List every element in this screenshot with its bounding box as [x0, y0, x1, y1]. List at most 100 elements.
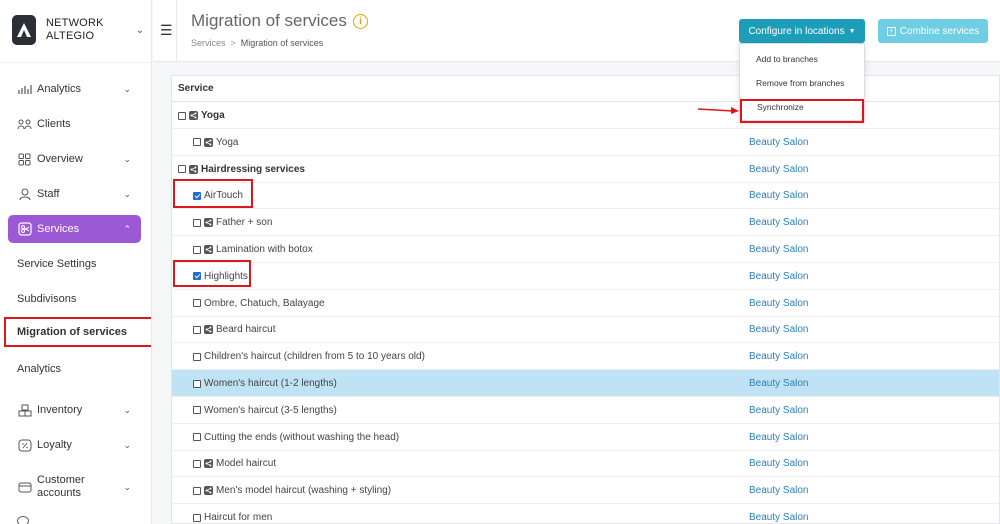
menu-item-remove-from-branches[interactable]: Remove from branches	[756, 78, 844, 88]
configure-in-locations-button[interactable]: Configure in locations ▼	[739, 19, 865, 43]
chevron-up-icon: ⌃	[123, 223, 131, 234]
brand-line-1: NETWORK	[46, 17, 104, 29]
sidebar-item-inventory[interactable]: Inventory ⌄	[8, 396, 141, 424]
row-checkbox[interactable]	[193, 406, 201, 415]
chevron-down-icon: ⌄	[123, 153, 131, 164]
sidebar-item-loyalty[interactable]: Loyalty ⌄	[8, 431, 141, 459]
brand-line-2: ALTEGIO	[46, 30, 95, 42]
row-checkbox[interactable]	[193, 325, 201, 334]
share-icon	[189, 164, 198, 174]
services-table: Service Yoga Yoga Beauty Salon Hairdressing…	[171, 75, 1000, 524]
annotation-box-airtouch	[173, 179, 253, 208]
overview-icon	[17, 152, 32, 167]
table-row[interactable]: Yoga Beauty Salon	[172, 129, 999, 156]
divider	[0, 62, 151, 63]
table-row[interactable]: Highlights Beauty Salon	[172, 263, 999, 290]
sidebar-item-label: Overview	[37, 153, 83, 165]
breadcrumb: Services > Migration of services	[191, 38, 324, 48]
sidebar-item-staff[interactable]: Staff ⌄	[8, 180, 141, 208]
location-link[interactable]: Beauty Salon	[749, 504, 809, 523]
altegio-logo	[12, 15, 36, 45]
annotation-arrow-icon	[697, 107, 739, 114]
sidebar-item-overview[interactable]: Overview ⌄	[8, 145, 141, 173]
table-row[interactable]: Women's haircut (1-2 lengths) Beauty Salo…	[172, 370, 999, 397]
service-name: Women's haircut (1-2 lengths)	[204, 378, 337, 389]
location-link[interactable]: Beauty Salon	[749, 263, 809, 290]
row-checkbox[interactable]	[178, 111, 186, 120]
location-link[interactable]: Beauty Salon	[749, 209, 809, 236]
sidebar-subitem-service-settings[interactable]: Service Settings	[8, 251, 148, 277]
chevron-down-icon: ⌄	[123, 83, 131, 94]
menu-item-add-to-branches[interactable]: Add to branches	[756, 54, 818, 64]
row-checkbox[interactable]	[193, 379, 201, 388]
combine-services-button[interactable]: + Combine services	[878, 19, 988, 43]
location-link[interactable]: Beauty Salon	[749, 129, 809, 156]
sidebar-item-label: Loyalty	[37, 439, 72, 451]
table-row[interactable]: Lamination with botox Beauty Salon	[172, 236, 999, 263]
page-header: ☰ Migration of services i Services > Migra…	[153, 0, 1000, 62]
table-row[interactable]: Ombre, Chatuch, Balayage Beauty Salon	[172, 290, 999, 317]
menu-item-synchronize[interactable]: Synchronize	[740, 99, 864, 123]
sidebar-item-customer-accounts[interactable]: Customer accounts ⌄	[8, 470, 141, 504]
hamburger-menu-icon[interactable]: ☰	[160, 22, 173, 39]
sidebar-item-analytics[interactable]: Analytics ⌄	[8, 75, 141, 103]
table-row[interactable]: AirTouch Beauty Salon	[172, 182, 999, 210]
service-name-cell: Father + son	[193, 209, 272, 236]
row-checkbox[interactable]	[193, 352, 201, 361]
location-link[interactable]: Beauty Salon	[749, 290, 809, 317]
table-row[interactable]: Men's model haircut (washing + styling) B…	[172, 477, 999, 505]
service-name: Yoga	[201, 110, 225, 121]
share-icon	[204, 218, 213, 228]
row-checkbox[interactable]	[193, 218, 201, 227]
row-checkbox[interactable]	[193, 433, 201, 442]
table-row[interactable]: Father + son Beauty Salon	[172, 209, 999, 237]
sidebar-subitem-migration-of-services[interactable]: Migration of services	[4, 317, 151, 347]
table-row[interactable]: Model haircut Beauty Salon	[172, 450, 999, 478]
service-name: Men's model haircut (washing + styling)	[216, 485, 392, 497]
service-name: Ombre, Chatuch, Balayage	[204, 297, 325, 309]
share-icon	[204, 486, 213, 496]
location-link[interactable]: Beauty Salon	[749, 343, 809, 370]
row-checkbox[interactable]	[178, 165, 186, 174]
sidebar-item-label: Services	[37, 223, 80, 235]
info-icon[interactable]: i	[353, 14, 368, 29]
service-name-cell: Yoga	[178, 102, 225, 129]
share-icon	[204, 245, 213, 254]
column-header-service: Service	[172, 76, 999, 102]
sidebar-subitem-subdivisions[interactable]: Subdivisons	[8, 286, 148, 312]
breadcrumb-current: Migration of services	[240, 38, 324, 48]
row-checkbox[interactable]	[193, 299, 201, 308]
sidebar: NETWORK ALTEGIO ⌄ Analytics ⌄ Clients Ov…	[0, 0, 152, 524]
service-name-cell: Lamination with botox	[193, 236, 313, 263]
service-name: Model haircut	[216, 458, 277, 470]
breadcrumb-services[interactable]: Services	[191, 38, 226, 48]
table-row[interactable]: Women's haircut (3-5 lengths) Beauty Salo…	[172, 397, 999, 424]
sidebar-item-services[interactable]: Services ⌃	[8, 215, 141, 243]
service-name-cell: Beard haircut	[193, 316, 275, 343]
row-checkbox[interactable]	[193, 459, 201, 468]
table-row[interactable]: Beard haircut Beauty Salon	[172, 316, 999, 344]
table-row[interactable]: Haircut for men Beauty Salon	[172, 504, 999, 523]
chevron-down-icon: ⌄	[123, 188, 131, 199]
location-link[interactable]: Beauty Salon	[749, 424, 809, 451]
location-link[interactable]: Beauty Salon	[749, 370, 809, 397]
table-row[interactable]: Cutting the ends (without washing the he…	[172, 424, 999, 451]
row-checkbox[interactable]	[193, 486, 201, 495]
row-checkbox[interactable]	[193, 138, 201, 147]
sidebar-subitem-analytics[interactable]: Analytics	[8, 356, 148, 382]
location-link[interactable]: Beauty Salon	[749, 477, 809, 504]
location-link[interactable]: Beauty Salon	[749, 397, 809, 424]
location-link[interactable]: Beauty Salon	[749, 156, 809, 183]
location-link[interactable]: Beauty Salon	[749, 316, 809, 343]
row-checkbox[interactable]	[193, 245, 201, 254]
row-checkbox[interactable]	[193, 513, 201, 522]
table-group-row[interactable]: Yoga	[172, 102, 999, 129]
location-link[interactable]: Beauty Salon	[749, 450, 809, 477]
sidebar-item-label: Staff	[37, 188, 60, 200]
location-link[interactable]: Beauty Salon	[749, 236, 809, 263]
table-row[interactable]: Children's haircut (children from 5 to 1…	[172, 343, 999, 371]
network-switcher[interactable]: NETWORK ALTEGIO ⌄	[12, 14, 144, 46]
location-link[interactable]: Beauty Salon	[749, 182, 809, 209]
table-group-row[interactable]: Hairdressing services Beauty Salon	[172, 156, 999, 183]
sidebar-item-clients[interactable]: Clients	[8, 110, 141, 138]
